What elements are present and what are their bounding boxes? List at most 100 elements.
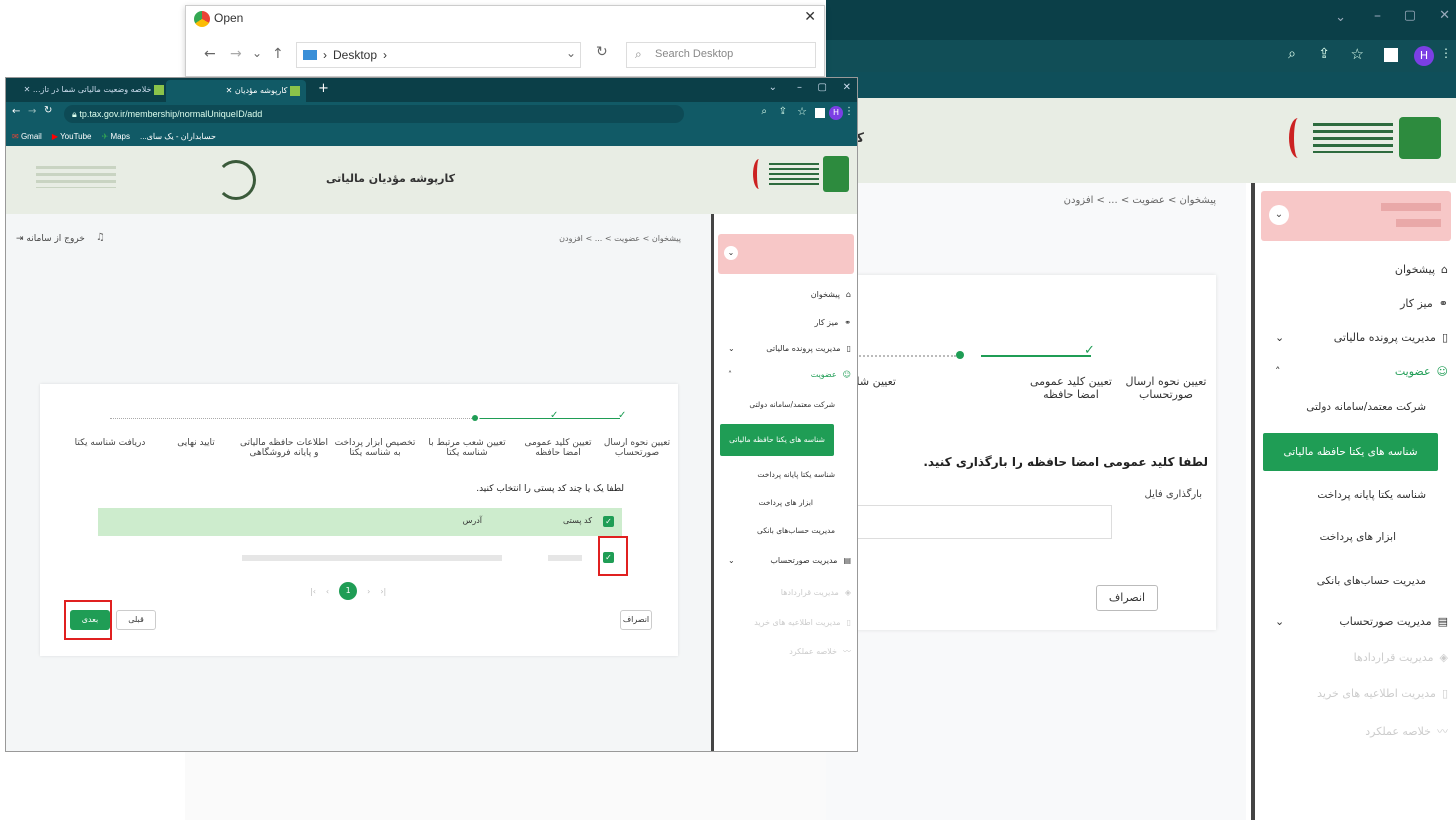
bell-icon[interactable]: ♫ <box>96 232 105 243</box>
lock-icon: 🔒︎ <box>72 109 77 119</box>
last-page-icon[interactable]: ›| <box>380 587 386 596</box>
path-bar[interactable]: › Desktop › <box>296 42 581 68</box>
tab-active-workspace[interactable]: کارپوشه مؤدیان ✕ <box>166 80 306 102</box>
sidebar-item-label: میز کار <box>1400 297 1433 310</box>
dialog-close-icon[interactable]: ✕ <box>804 9 816 25</box>
close-icon[interactable]: ✕ <box>843 82 851 93</box>
forward-arrow-icon[interactable]: → <box>230 46 242 62</box>
sidebar-subitem-payment-tools[interactable]: ابزار های پرداخت <box>758 498 813 507</box>
step-label-2: تعیین کلید عمومی امضا حافظه <box>524 438 592 458</box>
sidebar-item-tax-file[interactable]: ▯ مدیریت پرونده مالیاتی <box>1334 331 1448 344</box>
tab-summary[interactable]: خلاصه وضعیت مالیاتی شما در تاز... ✕ <box>14 81 164 99</box>
zoom-icon[interactable]: ⌕ <box>1288 46 1296 62</box>
bookmark-youtube[interactable]: ▶ YouTube <box>52 132 92 141</box>
cancel-button[interactable]: انصراف <box>1096 585 1158 611</box>
new-tab-icon[interactable]: + <box>318 81 329 96</box>
sidebar-item-desk[interactable]: ⚭ میز کار <box>1400 297 1448 310</box>
sidebar-subitem-bank-accounts[interactable]: مدیریت حساب‌های بانکی <box>757 526 835 535</box>
sidebar-item-label: مدیریت اطلاعیه های خرید <box>754 618 841 627</box>
up-arrow-icon[interactable]: ↑ <box>272 46 284 62</box>
menu-icon[interactable]: ⋮ <box>1440 46 1452 60</box>
sidebar-subitem-payment-tools[interactable]: ابزار های پرداخت <box>1320 531 1396 543</box>
star-icon[interactable]: ☆ <box>797 105 807 118</box>
sidebar-item-membership[interactable]: ☺ عضویت <box>811 370 851 379</box>
star-icon[interactable]: ☆ <box>1351 45 1364 63</box>
check-icon: ✓ <box>550 410 559 421</box>
prev-button[interactable]: قبلی <box>116 610 156 630</box>
sidebar-item-membership[interactable]: ☺ عضویت <box>1395 365 1448 378</box>
chevron-down-icon[interactable]: ⌄ <box>728 556 735 565</box>
tab-close-icon[interactable]: ✕ <box>226 86 233 95</box>
sidebar-subitem-bank-accounts[interactable]: مدیریت حساب‌های بانکی <box>1317 575 1426 587</box>
sidebar-item-desk[interactable]: ⚭ میز کار <box>815 318 851 327</box>
restore-icon[interactable]: ▢ <box>1404 8 1416 23</box>
sidebar-subitem-memory-ids[interactable]: شناسه های یکتا حافظه مالیاتی <box>1263 433 1438 471</box>
chevron-down-icon[interactable]: ⌄ <box>252 46 262 60</box>
search-desktop-input[interactable]: ⌕ Search Desktop <box>626 42 816 68</box>
sidebar-item-invoices[interactable]: ▤ مدیریت صورتحساب <box>770 556 851 565</box>
restore-icon[interactable]: ▢ <box>818 82 827 93</box>
url-field[interactable]: 🔒︎ tp.tax.gov.ir/membership/normalUnique… <box>64 105 684 123</box>
table-row[interactable]: ✓ <box>98 544 622 572</box>
cancel-button[interactable]: انصراف <box>620 610 652 630</box>
prev-page-icon[interactable]: ‹ <box>326 587 329 596</box>
check-icon: ✓ <box>1084 343 1095 358</box>
zoom-icon[interactable]: ⌕ <box>761 106 767 117</box>
sidebar-item-purchase-notices: ▯ مدیریت اطلاعیه های خرید <box>754 618 851 627</box>
forward-icon[interactable]: → <box>28 106 36 117</box>
page-number-current[interactable]: 1 <box>339 582 358 600</box>
sidepanel-icon[interactable] <box>1384 48 1398 62</box>
sidebar-subitem-payment-terminal[interactable]: شناسه یکتا پایانه پرداخت <box>1317 489 1426 501</box>
chevron-down-icon[interactable]: ⌄ <box>724 246 738 260</box>
sidebar-item-dashboard[interactable]: ⌂ پیشخوان <box>1395 263 1448 276</box>
path-segment[interactable]: Desktop <box>333 48 377 62</box>
back-icon[interactable]: ← <box>12 106 20 117</box>
logout-link[interactable]: خروج از سامانه ⇥ <box>16 234 85 244</box>
close-icon[interactable]: ✕ <box>1439 8 1450 23</box>
sidebar-subitem-trusted[interactable]: شرکت معتمد/سامانه دولتی <box>1306 401 1426 413</box>
menu-icon[interactable]: ⋮ <box>844 106 854 117</box>
tab-search-icon[interactable]: ⌄ <box>769 82 777 93</box>
step-label-1: تعیین نحوه ارسال صورتحساب <box>603 438 671 458</box>
chevron-up-icon[interactable]: ˄ <box>1275 365 1281 378</box>
first-page-icon[interactable]: |‹ <box>310 587 316 596</box>
chevron-up-icon[interactable]: ˄ <box>728 370 732 379</box>
sidebar-item-dashboard[interactable]: ⌂ پیشخوان <box>811 290 851 299</box>
share-icon[interactable]: ⇪ <box>779 106 787 117</box>
back-arrow-icon[interactable]: ← <box>204 46 216 62</box>
minimize-icon[interactable]: – <box>1374 8 1381 24</box>
next-page-icon[interactable]: › <box>367 587 370 596</box>
sidebar-item-invoices[interactable]: ▤ مدیریت صورتحساب <box>1339 615 1448 628</box>
profile-avatar[interactable]: H <box>829 106 843 120</box>
chevron-down-icon[interactable]: ⌄ <box>1269 205 1289 225</box>
check-icon: ✓ <box>618 410 627 421</box>
tab-close-icon[interactable]: ✕ <box>24 85 31 94</box>
minimize-icon[interactable]: – <box>797 82 802 93</box>
sidebar-subitem-trusted[interactable]: شرکت معتمد/سامانه دولتی <box>749 400 835 409</box>
profile-avatar[interactable]: H <box>1414 46 1434 66</box>
sidebar-item-label: عضویت <box>810 370 837 379</box>
chevron-down-icon[interactable]: ⌄ <box>1335 10 1346 25</box>
sidebar-item-label: پیشخوان <box>810 290 840 299</box>
bookmark-maps[interactable]: ✈ Maps <box>102 132 131 141</box>
share-icon[interactable]: ⇪ <box>1318 46 1330 62</box>
sidebar-subitem-payment-terminal[interactable]: شناسه یکتا پایانه پرداخت <box>757 470 835 479</box>
column-header-address: آدرس <box>462 516 482 525</box>
bookmark-gmail[interactable]: ✉ Gmail <box>12 132 42 141</box>
chevron-down-icon[interactable]: ⌄ <box>1275 331 1284 344</box>
chevron-down-icon[interactable]: ⌄ <box>1275 615 1284 628</box>
sidepanel-icon[interactable] <box>815 108 825 118</box>
user-profile-card[interactable]: ⌄ <box>1261 191 1451 241</box>
bookmark-accountants[interactable]: حسابداران - یک سای... <box>140 132 216 141</box>
sidebar-item-tax-file[interactable]: ▯ مدیریت پرونده مالیاتی <box>766 344 851 353</box>
chevron-down-icon[interactable]: ⌄ <box>728 344 735 353</box>
step-label-5: اطلاعات حافظه مالیاتی و پایانه فروشگاهی <box>240 438 328 458</box>
file-upload-input[interactable] <box>856 505 1112 539</box>
sidebar-subitem-memory-ids[interactable]: شناسه های یکتا حافظه مالیاتی <box>720 424 834 456</box>
refresh-icon[interactable]: ↻ <box>596 44 608 60</box>
user-profile-card[interactable]: ⌄ <box>718 234 854 274</box>
reload-icon[interactable]: ↻ <box>44 105 52 116</box>
select-all-checkbox[interactable]: ✓ <box>603 516 614 527</box>
chart-icon: 〰 <box>843 647 851 656</box>
path-dropdown-icon[interactable]: ⌄ <box>566 46 576 60</box>
